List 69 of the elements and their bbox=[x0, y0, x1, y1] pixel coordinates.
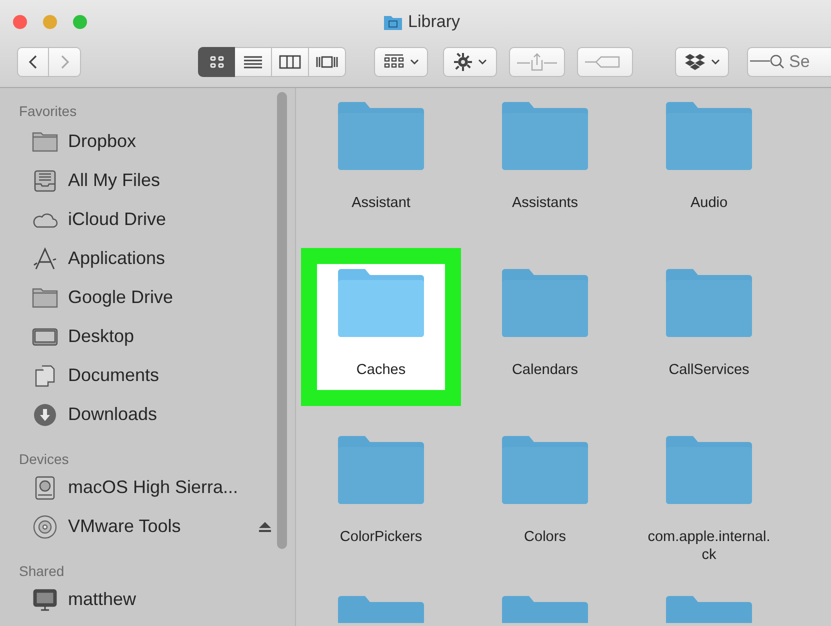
computer-icon bbox=[32, 588, 58, 612]
sidebar-item[interactable]: Dropbox bbox=[19, 122, 277, 161]
sidebar-item[interactable]: Downloads bbox=[19, 395, 277, 434]
columns-view-button[interactable] bbox=[272, 47, 309, 77]
sidebar-item[interactable]: All My Files bbox=[19, 161, 277, 200]
folder-icon bbox=[664, 433, 754, 505]
folder-item[interactable]: Calendars bbox=[465, 248, 625, 406]
arrange-grid-icon bbox=[384, 54, 404, 70]
gallery-icon bbox=[315, 55, 339, 69]
grid-icon bbox=[208, 55, 224, 69]
folder-icon bbox=[336, 593, 426, 623]
folder-icon bbox=[336, 266, 426, 338]
box-stack-icon bbox=[684, 54, 704, 70]
folder-item[interactable]: CallServices bbox=[629, 248, 789, 406]
folder-item[interactable]: Assistants bbox=[465, 88, 625, 239]
icons-view-button[interactable] bbox=[198, 47, 235, 77]
folder-icon bbox=[500, 266, 590, 338]
section-heading: Devices bbox=[19, 450, 70, 469]
folder-icon bbox=[32, 286, 58, 310]
caret-icon bbox=[710, 59, 720, 65]
caret-icon bbox=[410, 59, 418, 65]
columns-icon bbox=[279, 55, 301, 69]
list-view-button[interactable] bbox=[235, 47, 272, 77]
section-heading: Shared bbox=[19, 562, 66, 581]
list-icon bbox=[243, 55, 263, 69]
apps-icon bbox=[32, 246, 58, 270]
gallery-view-button[interactable] bbox=[309, 47, 346, 77]
sidebar-item[interactable]: macOS High Sierra... bbox=[19, 468, 277, 507]
search-field[interactable]: Se bbox=[747, 47, 831, 77]
sidebar-item[interactable]: Desktop bbox=[19, 317, 277, 356]
arrange-button[interactable] bbox=[374, 47, 428, 77]
folder-icon bbox=[500, 593, 590, 623]
folder-item[interactable]: com.apple.internal.ck bbox=[629, 415, 789, 580]
folder-item[interactable]: Colors bbox=[465, 415, 625, 573]
search-icon bbox=[750, 54, 786, 70]
window-title: Library bbox=[408, 12, 460, 32]
share-icon bbox=[517, 52, 557, 72]
disc-icon bbox=[32, 514, 58, 538]
dropbox-button[interactable] bbox=[675, 47, 729, 77]
sidebar-item[interactable]: VMware Tools bbox=[19, 507, 277, 546]
folder-item[interactable]: Audio bbox=[629, 88, 789, 239]
caret-icon bbox=[478, 59, 486, 65]
downloads-icon bbox=[32, 402, 58, 426]
folder-icon bbox=[664, 266, 754, 338]
back-button[interactable] bbox=[17, 47, 49, 77]
folder-item[interactable]: Assistant bbox=[301, 88, 461, 239]
chevron-left-icon bbox=[28, 54, 38, 70]
folder-icon bbox=[664, 99, 754, 171]
folder-icon bbox=[336, 99, 426, 171]
folder-icon bbox=[32, 130, 58, 154]
sidebar-item[interactable]: Applications bbox=[19, 239, 277, 278]
folder-icon bbox=[664, 593, 754, 623]
scrollbar-thumb[interactable] bbox=[277, 92, 287, 549]
chevron-right-icon bbox=[60, 54, 70, 70]
action-button[interactable] bbox=[443, 47, 497, 77]
sidebar-item[interactable]: iCloud Drive bbox=[19, 200, 277, 239]
sidebar-item[interactable]: Google Drive bbox=[19, 278, 277, 317]
folder-icon bbox=[336, 433, 426, 505]
folder-item[interactable]: Caches bbox=[301, 248, 461, 406]
folder-icon bbox=[500, 433, 590, 505]
files-icon bbox=[32, 168, 58, 192]
sidebar-item[interactable]: Documents bbox=[19, 356, 277, 395]
sidebar-item[interactable]: matthew bbox=[19, 580, 277, 619]
folder-icon bbox=[383, 14, 404, 30]
eject-icon[interactable] bbox=[259, 522, 271, 532]
folder-icon bbox=[500, 99, 590, 171]
folder-item[interactable]: ColorPickers bbox=[301, 415, 461, 573]
section-heading: Favorites bbox=[19, 102, 78, 121]
gear-icon bbox=[454, 53, 472, 71]
